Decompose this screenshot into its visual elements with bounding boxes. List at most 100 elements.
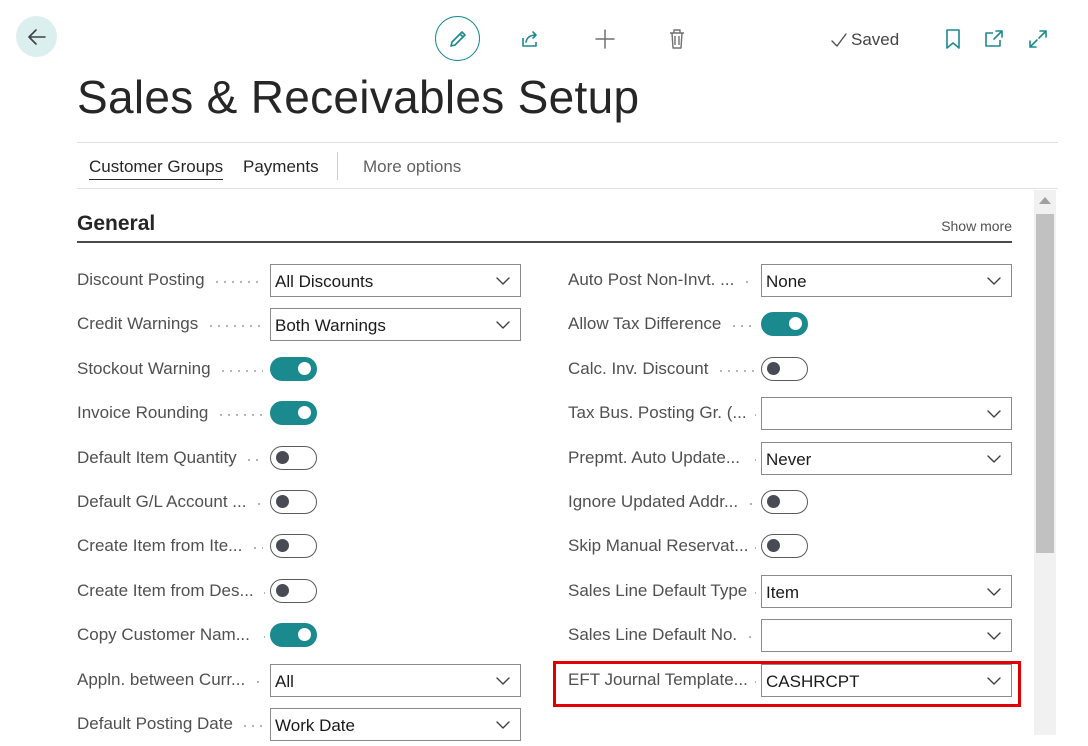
label-leader-dots (743, 281, 754, 283)
delete-button[interactable] (662, 24, 692, 54)
chevron-down-icon (987, 277, 1001, 285)
group-title[interactable]: General (77, 212, 155, 236)
field-calc-inv-discount: Calc. Inv. Discount (568, 347, 1012, 391)
toggle-knob (276, 450, 289, 464)
copy-customer-nam-toggle[interactable] (270, 623, 317, 648)
label-leader-dots (213, 281, 263, 283)
label-leader-dots (752, 414, 756, 417)
pencil-icon (449, 30, 466, 47)
label-leader-dots (261, 636, 265, 639)
label-leader-dots (752, 591, 756, 594)
label-leader-dots (730, 325, 754, 328)
select-value: All Discounts (275, 272, 374, 291)
bookmark-button[interactable] (940, 24, 966, 54)
discount-posting-select[interactable]: All Discounts (270, 264, 521, 297)
edit-button[interactable] (435, 16, 480, 61)
field-allow-tax-difference: Allow Tax Difference (568, 302, 1012, 346)
select-value: Never (766, 449, 812, 469)
field-copy-customer-nam: Copy Customer Nam... (77, 613, 521, 657)
field-label: Create Item from Ite... (77, 536, 243, 556)
label-leader-dots (219, 369, 263, 372)
select-value: Both Warnings (275, 316, 386, 336)
share-icon (522, 31, 537, 47)
field-label: Sales Line Default Type (568, 580, 748, 600)
toggle-knob (276, 539, 289, 553)
field-label: Default Posting Date (77, 713, 233, 733)
customer-groups-action[interactable]: Customer Groups (89, 157, 224, 180)
checkmark-icon (831, 33, 847, 47)
show-more-link[interactable]: Show more (941, 218, 1012, 234)
field-label: Invoice Rounding (77, 403, 209, 423)
open-new-window-button[interactable] (980, 24, 1008, 54)
field-auto-post-non-invt: Auto Post Non-Invt. ... None (568, 258, 1012, 302)
default-g-l-account-toggle[interactable] (270, 489, 317, 514)
allow-tax-difference-toggle[interactable] (761, 312, 808, 337)
label-leader-dots (717, 369, 754, 372)
general-group-header: General Show more (77, 206, 1012, 243)
scroll-thumb[interactable] (1036, 214, 1054, 553)
field-label: Prepmt. Auto Update... (568, 447, 740, 467)
skip-manual-reservat-toggle[interactable] (761, 534, 808, 559)
appln-between-curr-select[interactable]: All (270, 663, 521, 697)
action-separator (337, 152, 338, 180)
field-label: Allow Tax Difference (568, 314, 722, 334)
label-leader-dots (254, 680, 263, 683)
expand-button[interactable] (1024, 24, 1052, 54)
select-value: Item (766, 582, 800, 602)
ignore-updated-addr-toggle[interactable] (761, 489, 808, 514)
field-default-item-quantity: Default Item Quantity (77, 436, 521, 480)
toggle-knob (789, 317, 802, 331)
create-item-from-des-toggle[interactable] (270, 578, 317, 603)
new-button[interactable] (590, 24, 620, 54)
field-label: Skip Manual Reservat... (568, 536, 749, 556)
prepmt-auto-update-select[interactable]: Never (761, 441, 1012, 475)
default-item-quantity-toggle[interactable] (270, 445, 317, 470)
sales-line-default-no-select[interactable] (761, 619, 1012, 653)
auto-post-non-invt-select[interactable]: None (761, 264, 1012, 297)
credit-warnings-select[interactable]: Both Warnings (270, 308, 521, 342)
share-button[interactable] (515, 24, 545, 54)
right-field-column: Auto Post Non-Invt. ... None Allow Tax Dif… (568, 258, 1012, 702)
field-default-posting-date: Default Posting Date Work Date (77, 702, 521, 746)
more-options-action[interactable]: More options (363, 157, 461, 177)
toggle-knob (767, 494, 780, 508)
field-ignore-updated-addr: Ignore Updated Addr... (568, 480, 1012, 524)
toggle-knob (298, 406, 311, 420)
field-label: Stockout Warning (77, 358, 211, 378)
bookmark-icon (946, 29, 960, 49)
scroll-up-arrow-icon[interactable] (1039, 197, 1051, 204)
highlight-box (553, 661, 1021, 707)
chevron-down-icon (496, 676, 510, 685)
stockout-warning-toggle[interactable] (270, 356, 317, 381)
field-label: Sales Line Default No. (568, 625, 738, 645)
chevron-down-icon (987, 410, 1001, 418)
tax-bus-posting-gr-select[interactable] (761, 397, 1012, 431)
payments-action[interactable]: Payments (243, 157, 319, 177)
field-credit-warnings: Credit Warnings Both Warnings (77, 302, 521, 346)
select-value: All (275, 671, 294, 691)
saved-label: Saved (851, 30, 900, 49)
chevron-down-icon (987, 588, 1001, 596)
trash-icon (670, 29, 684, 49)
action-bar: Customer Groups Payments More options (77, 142, 1058, 189)
expand-icon (1029, 30, 1047, 48)
toggle-knob (767, 539, 780, 553)
field-sales-line-default-no: Sales Line Default No. (568, 613, 1012, 657)
invoice-rounding-toggle[interactable] (270, 401, 317, 426)
left-field-column: Discount Posting All Discounts Credit Warn… (77, 258, 521, 746)
vertical-scrollbar[interactable] (1034, 190, 1056, 735)
chevron-down-icon (496, 277, 510, 285)
field-label: Default Item Quantity (77, 447, 237, 467)
field-create-item-from-des: Create Item from Des... (77, 569, 521, 613)
field-label: Calc. Inv. Discount (568, 358, 709, 378)
default-posting-date-select[interactable]: Work Date (270, 707, 521, 741)
label-leader-dots (747, 502, 754, 505)
field-label: Tax Bus. Posting Gr. (... (568, 403, 747, 423)
field-skip-manual-reservat: Skip Manual Reservat... (568, 524, 1012, 568)
select-value: Work Date (275, 715, 355, 735)
label-leader-dots (261, 591, 265, 594)
create-item-from-ite-toggle[interactable] (270, 534, 317, 559)
calc-inv-discount-toggle[interactable] (761, 356, 808, 381)
toggle-knob (298, 361, 311, 375)
sales-line-default-type-select[interactable]: Item (761, 574, 1012, 608)
